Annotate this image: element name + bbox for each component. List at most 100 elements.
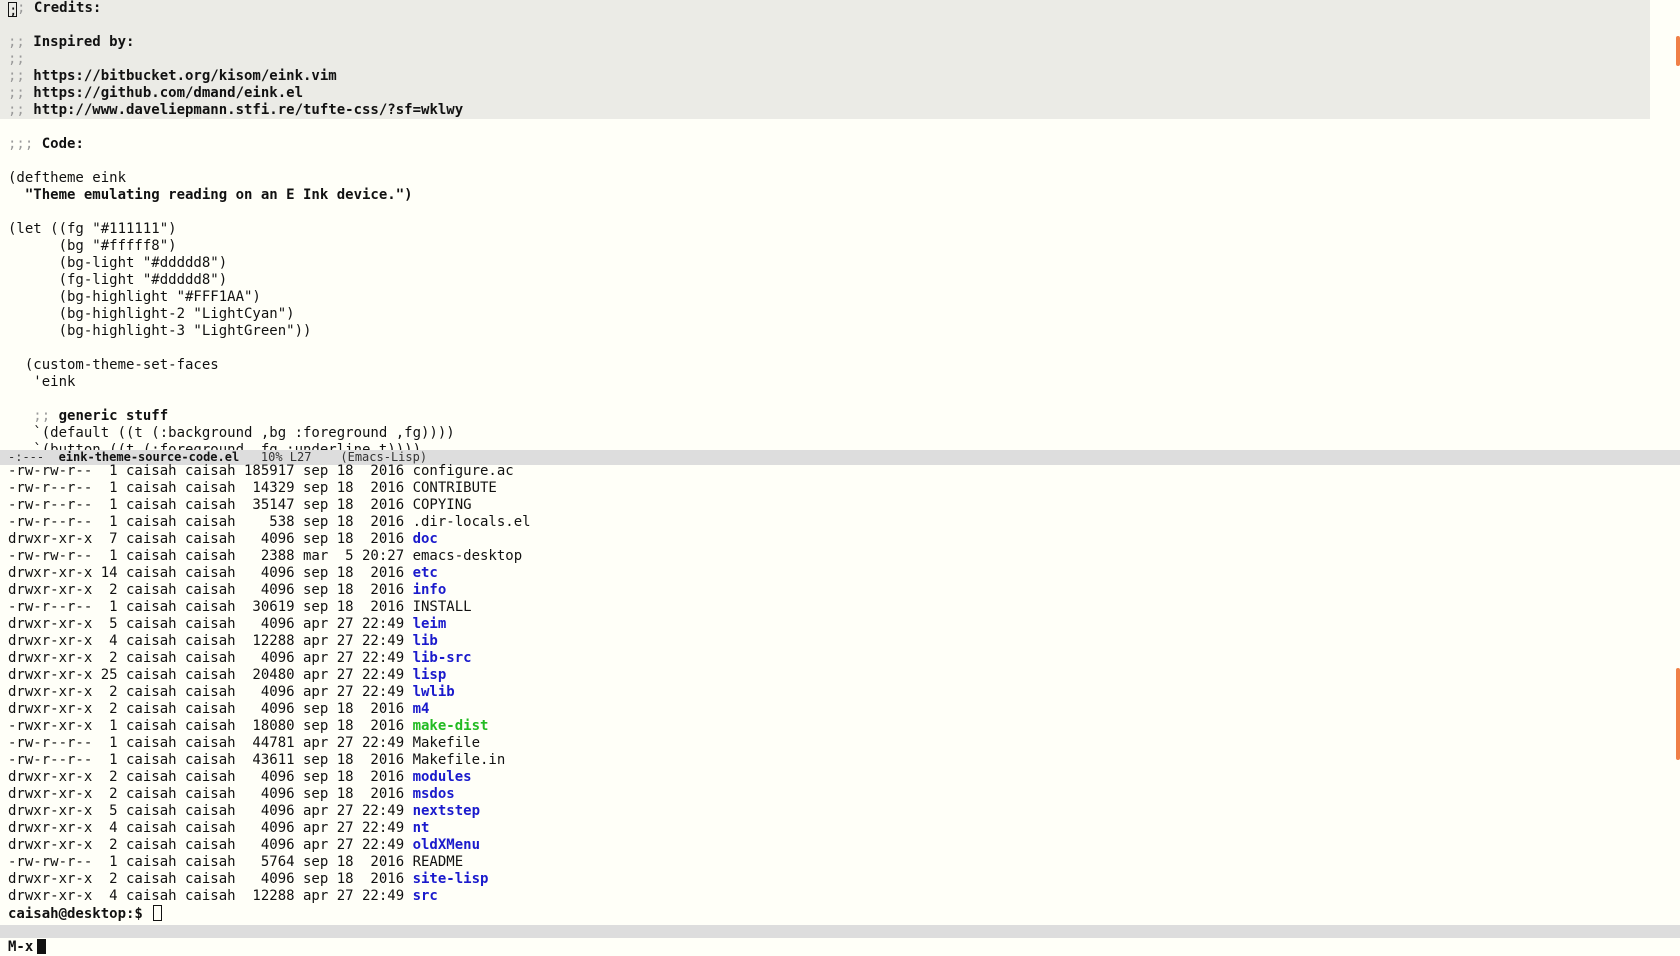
listing-meta: -rw-r--r-- 1 caisah caisah 43611 sep 18 … [8, 752, 413, 768]
directory-name[interactable]: lib [413, 633, 438, 649]
listing-meta: drwxr-xr-x 2 caisah caisah 4096 sep 18 2… [8, 701, 413, 717]
code-line: (bg-highlight-3 "LightGreen")) [0, 323, 1680, 340]
code-line: ;; https://bitbucket.org/kisom/eink.vim [0, 68, 1650, 85]
editor-scroll-indicator[interactable] [1676, 36, 1680, 66]
shell-scroll-indicator[interactable] [1676, 668, 1680, 760]
shell-window[interactable]: -rw-rw-r-- 1 caisah caisah 185917 sep 18… [0, 463, 1680, 923]
listing-row: drwxr-xr-x 2 caisah caisah 4096 sep 18 2… [0, 582, 1680, 599]
listing-meta: drwxr-xr-x 25 caisah caisah 20480 apr 27… [8, 667, 413, 683]
shell-cursor [153, 905, 163, 921]
code-line: (bg-highlight "#FFF1AA") [0, 289, 1680, 306]
directory-name[interactable]: lwlib [413, 684, 455, 700]
listing-meta: drwxr-xr-x 2 caisah caisah 4096 apr 27 2… [8, 684, 413, 700]
file-name[interactable]: COPYING [413, 497, 472, 513]
listing-row: drwxr-xr-x 2 caisah caisah 4096 sep 18 2… [0, 701, 1680, 718]
directory-name[interactable]: nt [413, 820, 430, 836]
executable-name[interactable]: make-dist [413, 718, 489, 734]
file-name[interactable]: Makefile [413, 735, 480, 751]
editor-window[interactable]: ;; Credits:;; Inspired by:;;;; https://b… [0, 0, 1680, 450]
directory-name[interactable]: lisp [413, 667, 447, 683]
directory-name[interactable]: src [413, 888, 438, 904]
directory-name[interactable]: lib-src [413, 650, 472, 666]
shell-mode-line [0, 925, 1680, 938]
code-text: (bg "#fffff8") [8, 238, 177, 254]
file-name[interactable]: .dir-locals.el [413, 514, 531, 530]
mode-line-position: 10% L27 [260, 450, 312, 464]
listing-meta: -rw-r--r-- 1 caisah caisah 44781 apr 27 … [8, 735, 413, 751]
directory-name[interactable]: etc [413, 565, 438, 581]
file-name[interactable]: INSTALL [413, 599, 472, 615]
code-line: `(default ((t (:background ,bg :foregrou… [0, 425, 1680, 442]
code-line: ;; [0, 51, 1650, 68]
code-block: ;;; Code: (deftheme eink "Theme emulating… [0, 119, 1680, 450]
file-name[interactable]: CONTRIBUTE [413, 480, 497, 496]
file-name[interactable]: emacs-desktop [413, 548, 523, 564]
directory-name[interactable]: leim [413, 616, 447, 632]
listing-meta: drwxr-xr-x 4 caisah caisah 12288 apr 27 … [8, 633, 413, 649]
code-line: ;; http://www.daveliepmann.stfi.re/tufte… [0, 102, 1650, 119]
directory-name[interactable]: info [413, 582, 447, 598]
listing-row: drwxr-xr-x 14 caisah caisah 4096 sep 18 … [0, 565, 1680, 582]
minibuffer[interactable]: M-x [0, 938, 1680, 956]
directory-name[interactable]: modules [413, 769, 472, 785]
editor-cursor: ; [8, 2, 18, 17]
comment-prefix: ;; [8, 408, 51, 424]
code-line: (deftheme eink [0, 170, 1680, 187]
code-line: (bg-highlight-2 "LightCyan") [0, 306, 1680, 323]
file-name[interactable]: configure.ac [413, 463, 514, 479]
listing-row: drwxr-xr-x 5 caisah caisah 4096 apr 27 2… [0, 616, 1680, 633]
code-text: (bg-highlight-3 "LightGreen")) [8, 323, 312, 339]
code-line: "Theme emulating reading on an E Ink dev… [0, 187, 1680, 204]
code-line: (let ((fg "#111111") [0, 221, 1680, 238]
listing-row: drwxr-xr-x 2 caisah caisah 4096 sep 18 2… [0, 769, 1680, 786]
listing-meta: drwxr-xr-x 2 caisah caisah 4096 sep 18 2… [8, 871, 413, 887]
mode-line-status: -:--- [8, 450, 45, 464]
file-name[interactable]: README [413, 854, 464, 870]
listing-meta: drwxr-xr-x 5 caisah caisah 4096 apr 27 2… [8, 803, 413, 819]
listing-row: drwxr-xr-x 2 caisah caisah 4096 sep 18 2… [0, 871, 1680, 888]
listing-meta: -rw-r--r-- 1 caisah caisah 30619 sep 18 … [8, 599, 413, 615]
listing-meta: -rw-r--r-- 1 caisah caisah 35147 sep 18 … [8, 497, 413, 513]
listing-row: -rw-r--r-- 1 caisah caisah 35147 sep 18 … [0, 497, 1680, 514]
listing-row: drwxr-xr-x 5 caisah caisah 4096 apr 27 2… [0, 803, 1680, 820]
code-text: Credits: [25, 0, 102, 16]
listing-meta: drwxr-xr-x 2 caisah caisah 4096 apr 27 2… [8, 837, 413, 853]
listing-row: drwxr-xr-x 2 caisah caisah 4096 sep 18 2… [0, 786, 1680, 803]
code-line: ;; Credits: [0, 0, 1650, 17]
listing-meta: -rw-r--r-- 1 caisah caisah 538 sep 18 20… [8, 514, 413, 530]
code-text: (bg-highlight "#FFF1AA") [8, 289, 261, 305]
listing-row: drwxr-xr-x 2 caisah caisah 4096 apr 27 2… [0, 650, 1680, 667]
listing-meta: drwxr-xr-x 2 caisah caisah 4096 apr 27 2… [8, 650, 413, 666]
shell-prompt-line[interactable]: caisah@desktop:$ [0, 905, 1680, 922]
file-name[interactable]: Makefile.in [413, 752, 506, 768]
listing-row: drwxr-xr-x 25 caisah caisah 20480 apr 27… [0, 667, 1680, 684]
directory-name[interactable]: nextstep [413, 803, 480, 819]
code-text: (bg-highlight-2 "LightCyan") [8, 306, 295, 322]
code-text: (let ((fg "#111111") [8, 221, 177, 237]
listing-meta: -rw-rw-r-- 1 caisah caisah 2388 mar 5 20… [8, 548, 413, 564]
code-text: Code: [33, 136, 84, 152]
directory-name[interactable]: oldXMenu [413, 837, 480, 853]
code-text: https://bitbucket.org/kisom/eink.vim [24, 68, 337, 84]
directory-name[interactable]: doc [413, 531, 438, 547]
listing-row: -rw-r--r-- 1 caisah caisah 14329 sep 18 … [0, 480, 1680, 497]
listing-meta: drwxr-xr-x 2 caisah caisah 4096 sep 18 2… [8, 786, 413, 802]
mode-line-major-mode[interactable]: (Emacs-Lisp) [340, 450, 427, 464]
directory-name[interactable]: msdos [413, 786, 455, 802]
code-text: 'eink [8, 374, 76, 390]
listing-meta: -rwxr-xr-x 1 caisah caisah 18080 sep 18 … [8, 718, 413, 734]
mode-line-buffer-name[interactable]: eink-theme-source-code.el [59, 450, 240, 464]
listing-row: drwxr-xr-x 2 caisah caisah 4096 apr 27 2… [0, 684, 1680, 701]
listing-meta: -rw-r--r-- 1 caisah caisah 14329 sep 18 … [8, 480, 413, 496]
code-line: (bg-light "#ddddd8") [0, 255, 1680, 272]
comment-prefix: ;; [8, 85, 25, 101]
listing-row: -rw-rw-r-- 1 caisah caisah 5764 sep 18 2… [0, 854, 1680, 871]
comment-prefix: ;; [8, 51, 25, 67]
listing-row: drwxr-xr-x 7 caisah caisah 4096 sep 18 2… [0, 531, 1680, 548]
directory-name[interactable]: m4 [413, 701, 430, 717]
code-text: (deftheme eink [8, 170, 127, 186]
directory-name[interactable]: site-lisp [413, 871, 489, 887]
